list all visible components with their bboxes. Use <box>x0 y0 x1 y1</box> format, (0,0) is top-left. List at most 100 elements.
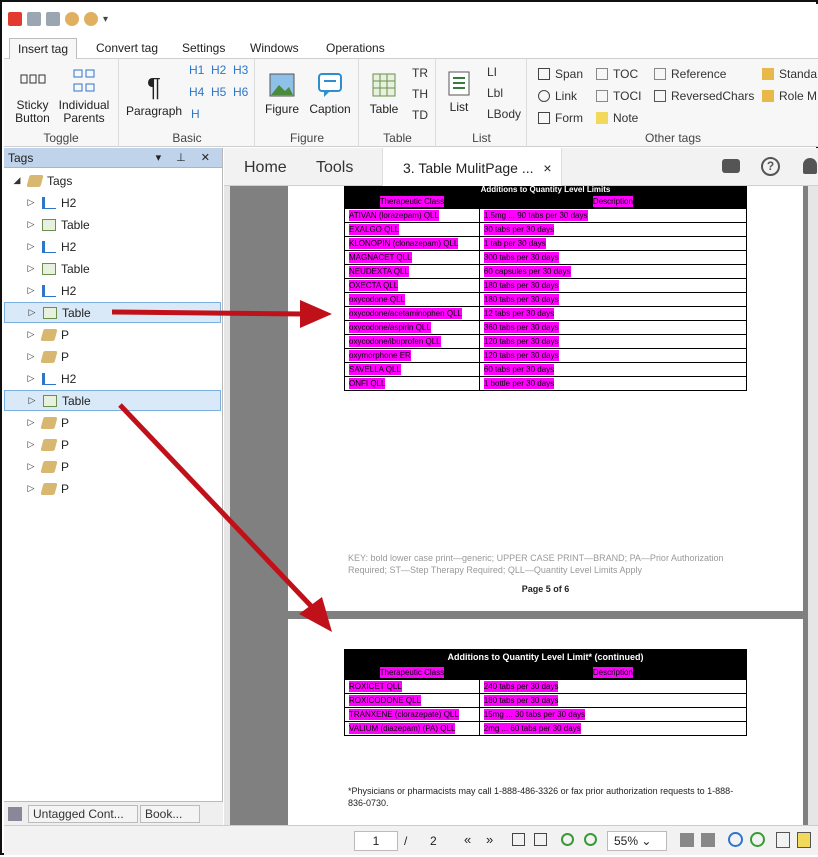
tree-item[interactable]: ▷ Table <box>4 214 221 235</box>
toci-button[interactable]: TOCI <box>596 89 641 103</box>
expand-icon[interactable]: ▷ <box>27 307 37 318</box>
help-icon[interactable]: ? <box>761 157 780 176</box>
h3-button[interactable]: H3 <box>233 63 248 77</box>
individual-parents-button[interactable]: Individual Parents <box>56 67 112 125</box>
standard-label: Standa <box>779 67 818 81</box>
expand-icon[interactable]: ▷ <box>26 439 36 450</box>
h4-button[interactable]: H4 <box>189 85 204 99</box>
rotate-right-icon[interactable] <box>750 832 765 847</box>
last-page-icon[interactable] <box>534 833 547 846</box>
expand-icon[interactable]: ▷ <box>26 219 36 230</box>
continuous-page-icon[interactable] <box>797 832 811 848</box>
expand-icon[interactable]: ▷ <box>26 263 36 274</box>
tree-item[interactable]: ▷ P <box>4 456 221 477</box>
expand-icon[interactable]: ▷ <box>27 395 37 406</box>
span-button[interactable]: Span <box>538 67 583 81</box>
table-button[interactable]: Table <box>366 71 402 116</box>
caption-button[interactable]: Caption <box>307 71 353 116</box>
tree-item[interactable]: ▷ H2 <box>4 192 221 213</box>
table-tag-icon <box>42 218 56 231</box>
close-tab-icon[interactable]: × <box>543 160 551 176</box>
expand-icon[interactable]: ▷ <box>26 417 36 428</box>
expand-icon[interactable]: ▷ <box>26 483 36 494</box>
form-icon <box>538 112 550 124</box>
panel-controls[interactable]: ▾ ⊥ ✕ <box>156 151 222 164</box>
tools-tab[interactable]: Tools <box>316 159 353 177</box>
tree-item[interactable]: ▷ P <box>4 412 221 433</box>
standard-button[interactable]: Standa <box>762 67 817 81</box>
th-button[interactable]: TH <box>412 87 428 101</box>
tree-item[interactable]: ▷ H2 <box>4 280 221 301</box>
figure-button[interactable]: Figure <box>261 71 303 116</box>
h5-button[interactable]: H5 <box>211 85 226 99</box>
paragraph-button[interactable]: ¶ Paragraph <box>126 73 182 118</box>
toc-button[interactable]: TOC <box>596 67 638 81</box>
tr-button[interactable]: TR <box>412 66 428 80</box>
save-as-icon[interactable] <box>46 12 60 26</box>
expand-icon[interactable]: ▷ <box>26 329 36 340</box>
role-map-label: Role M <box>779 89 818 103</box>
expand-icon[interactable]: ▷ <box>26 197 36 208</box>
tab-settings[interactable]: Settings <box>174 38 233 60</box>
tab-windows[interactable]: Windows <box>242 38 307 60</box>
expand-icon[interactable]: ◢ <box>12 175 22 186</box>
comment-icon[interactable] <box>722 159 740 173</box>
reference-button[interactable]: Reference <box>654 67 726 81</box>
bookmarks-tab[interactable]: Book... <box>140 804 200 823</box>
zoom-out-icon[interactable] <box>584 833 597 846</box>
page-number-input[interactable]: 1 <box>354 831 398 851</box>
tree-item[interactable]: ▷ P <box>4 434 221 455</box>
zoom-select[interactable]: 55% ⌄ <box>607 831 667 851</box>
tree-item[interactable]: ◢ Tags <box>4 170 221 191</box>
tree-item[interactable]: ▷ Table <box>4 390 221 411</box>
tree-item[interactable]: ▷ P <box>4 346 221 367</box>
lbl-button[interactable]: Lbl <box>487 86 503 100</box>
role-map-button[interactable]: Role M <box>762 89 817 103</box>
tab-insert-tag[interactable]: Insert tag <box>9 38 78 60</box>
zoom-in-icon[interactable] <box>561 833 574 846</box>
link-button[interactable]: Link <box>538 89 577 103</box>
single-page-icon[interactable] <box>776 832 790 848</box>
tree-item[interactable]: ▷ H2 <box>4 368 221 389</box>
tags-tab-icon[interactable] <box>8 806 22 821</box>
expand-icon[interactable]: ▷ <box>26 373 36 384</box>
expand-icon[interactable]: ▷ <box>26 285 36 296</box>
fit-page-icon[interactable] <box>680 833 694 847</box>
tree-item[interactable]: ▷ Table <box>4 258 221 279</box>
expand-icon[interactable]: ▷ <box>26 461 36 472</box>
prev-page-icon[interactable]: « <box>464 832 471 847</box>
h-button[interactable]: H <box>191 107 200 121</box>
untagged-content-tab[interactable]: Untagged Cont... <box>28 804 138 823</box>
home-tab[interactable]: Home <box>244 159 287 177</box>
tree-item[interactable]: ▷ P <box>4 324 221 345</box>
td-button[interactable]: TD <box>412 108 428 122</box>
tree-item[interactable]: ▷ H2 <box>4 236 221 257</box>
li-button[interactable]: LI <box>487 65 497 79</box>
expand-icon[interactable]: ▷ <box>26 351 36 362</box>
tab-convert-tag[interactable]: Convert tag <box>88 38 166 60</box>
customize-dropdown-icon[interactable]: ▾ <box>103 14 108 25</box>
reversed-chars-button[interactable]: ReversedChars <box>654 89 754 103</box>
fit-width-icon[interactable] <box>701 833 715 847</box>
h1-button[interactable]: H1 <box>189 63 204 77</box>
sticky-button[interactable]: Sticky Button <box>10 67 55 125</box>
tree-item[interactable]: ▷ P <box>4 478 221 499</box>
list-button[interactable]: List <box>443 69 475 114</box>
tab-operations[interactable]: Operations <box>318 38 393 60</box>
note-button[interactable]: Note <box>596 111 638 125</box>
redo-icon[interactable] <box>84 12 98 26</box>
h2-button[interactable]: H2 <box>211 63 226 77</box>
expand-icon[interactable]: ▷ <box>26 241 36 252</box>
tree-item[interactable]: ▷ Table <box>4 302 221 323</box>
document-tab[interactable]: 3. Table MulitPage ... × <box>382 148 562 186</box>
next-page-icon[interactable]: » <box>486 832 493 847</box>
save-icon[interactable] <box>27 12 41 26</box>
caption-icon <box>316 71 344 99</box>
h6-button[interactable]: H6 <box>233 85 248 99</box>
first-page-icon[interactable] <box>512 833 525 846</box>
undo-icon[interactable] <box>65 12 79 26</box>
notification-bell-icon[interactable] <box>803 158 817 174</box>
form-button[interactable]: Form <box>538 111 583 125</box>
rotate-left-icon[interactable] <box>728 832 743 847</box>
lbody-button[interactable]: LBody <box>487 107 521 121</box>
